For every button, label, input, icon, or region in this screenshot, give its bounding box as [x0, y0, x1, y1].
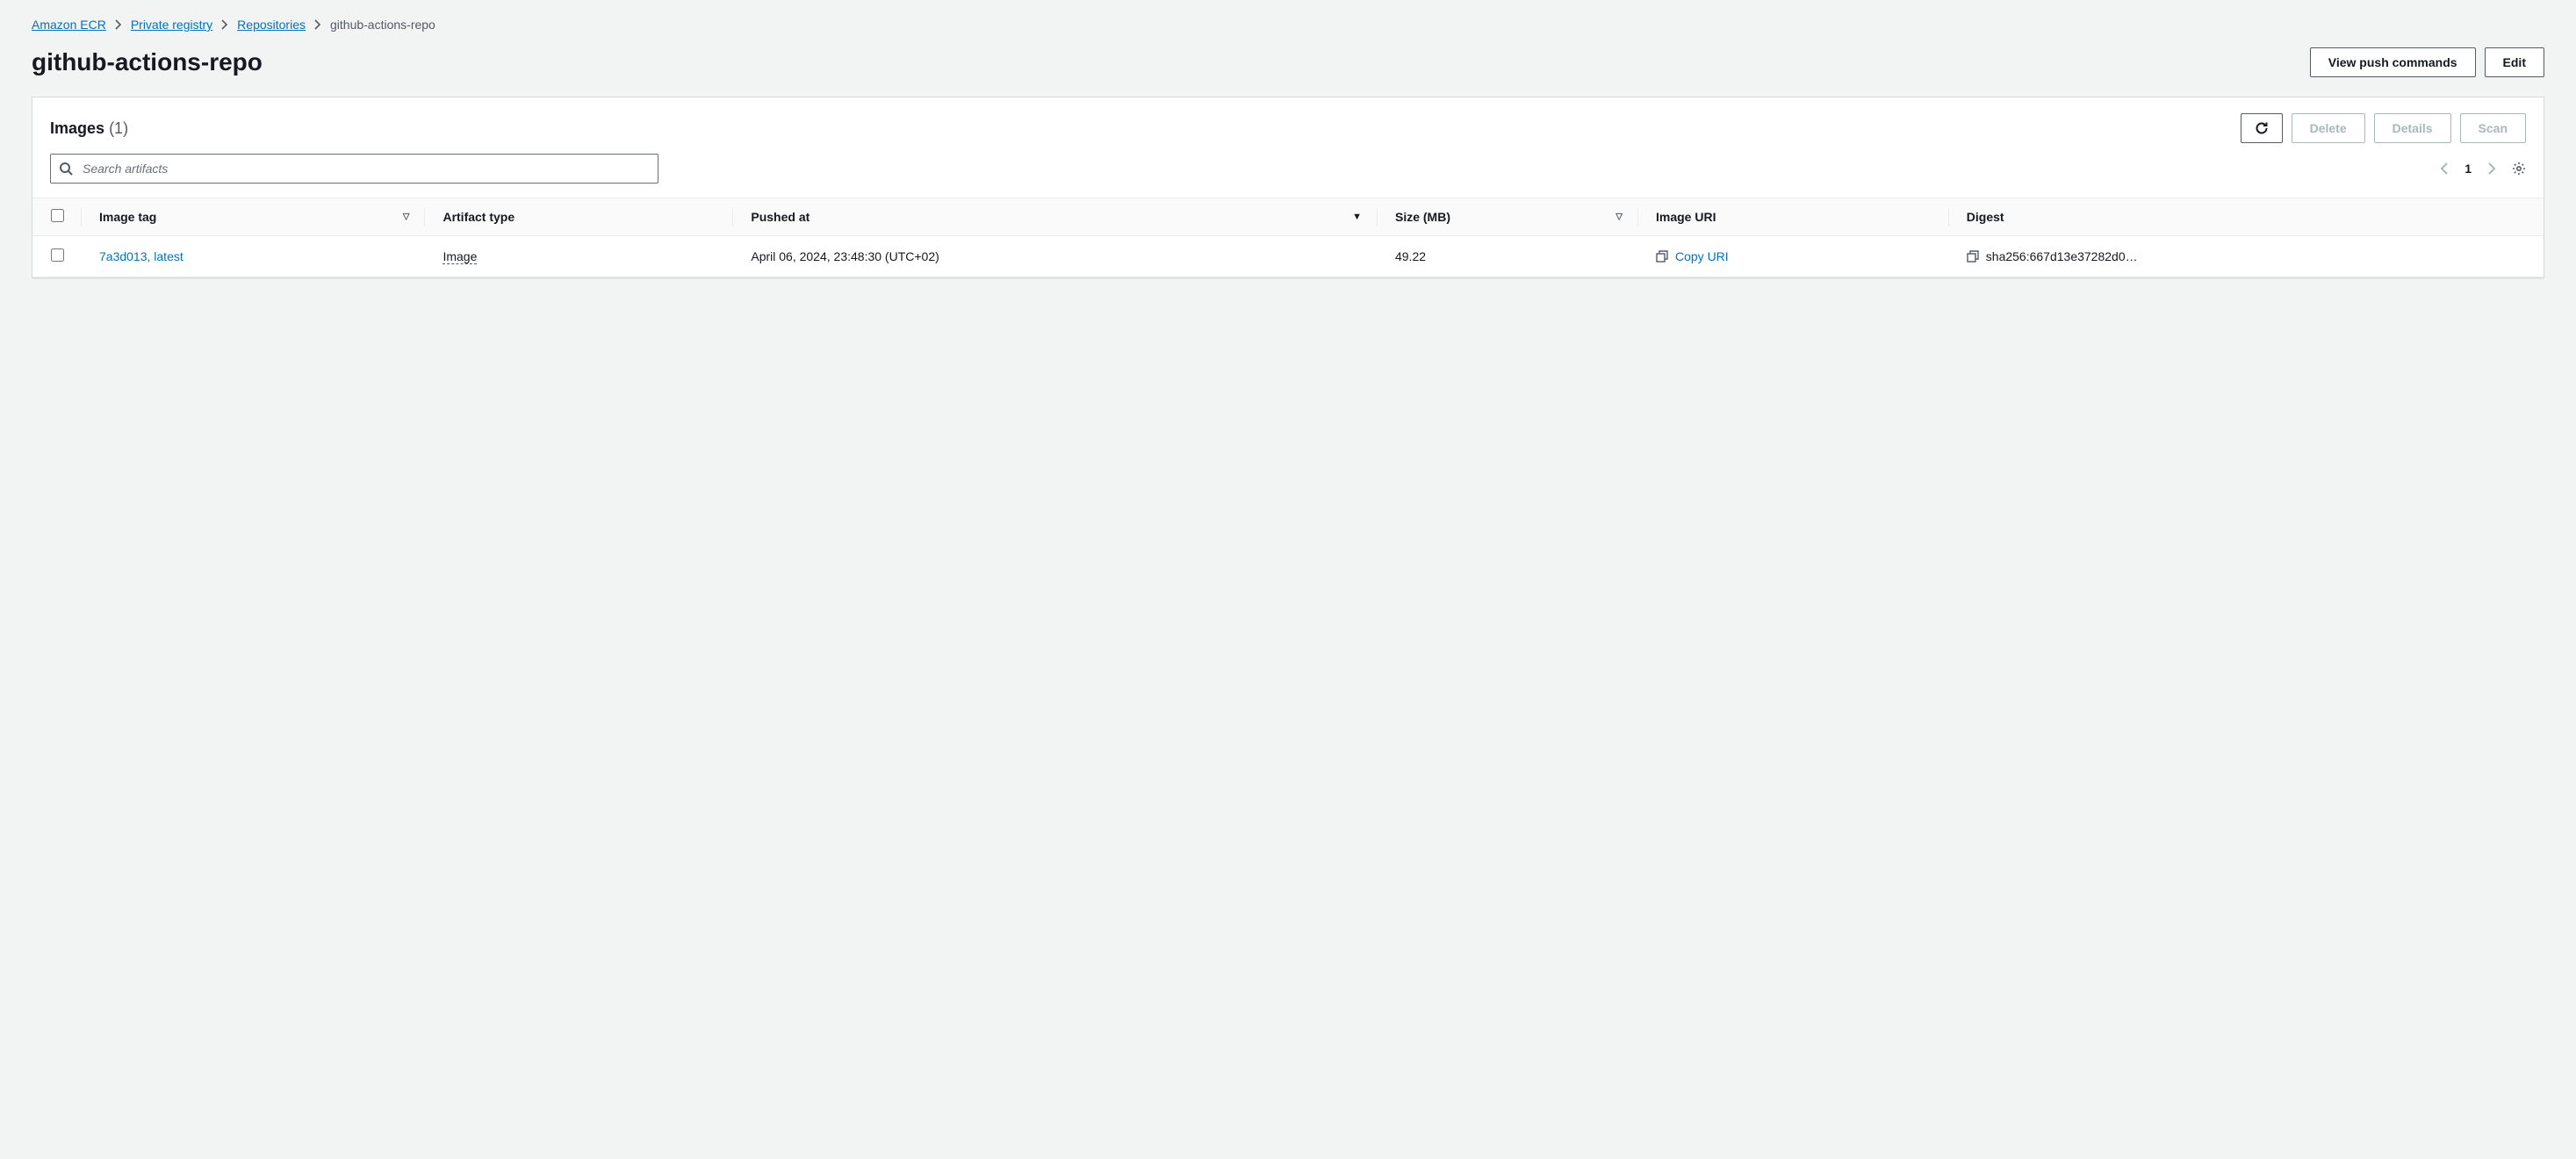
search-box [50, 154, 658, 184]
cell-digest: sha256:667d13e37282d0… [1949, 236, 2544, 277]
col-label: Pushed at [751, 210, 809, 224]
details-button[interactable]: Details [2374, 113, 2451, 143]
col-image-tag[interactable]: Image tag ▽ [82, 198, 425, 236]
panel-title-count: (1) [109, 119, 128, 137]
pagination-prev[interactable] [2440, 162, 2449, 175]
panel-actions: Delete Details Scan [2241, 113, 2526, 143]
col-label: Image URI [1656, 210, 1716, 224]
col-digest[interactable]: Digest [1949, 198, 2544, 236]
col-label: Size (MB) [1395, 210, 1450, 224]
view-push-commands-button[interactable]: View push commands [2310, 47, 2476, 77]
panel-title: Images (1) [50, 119, 128, 138]
col-pushed-at[interactable]: Pushed at ▼ [733, 198, 1378, 236]
cell-image-uri: Copy URI [1638, 236, 1949, 277]
cell-artifact-type: Image [425, 236, 733, 277]
breadcrumb: Amazon ECR Private registry Repositories… [32, 18, 2544, 32]
copy-icon[interactable] [1967, 250, 1979, 263]
chevron-right-icon [221, 19, 228, 30]
search-pagination-row: 1 [32, 143, 2544, 198]
chevron-right-icon [115, 19, 122, 30]
col-label: Image tag [99, 210, 156, 224]
chevron-right-icon [314, 19, 321, 30]
copy-uri-link[interactable]: Copy URI [1675, 249, 1729, 263]
breadcrumb-link-ecr[interactable]: Amazon ECR [32, 18, 106, 32]
sort-icon-active: ▼ [1352, 212, 1362, 222]
breadcrumb-link-private-registry[interactable]: Private registry [131, 18, 212, 32]
cell-size: 49.22 [1378, 236, 1638, 277]
refresh-button[interactable] [2241, 113, 2283, 143]
col-size[interactable]: Size (MB) ▽ [1378, 198, 1638, 236]
page-title: github-actions-repo [32, 48, 263, 76]
panel-title-text: Images [50, 119, 104, 137]
pagination-next[interactable] [2487, 162, 2496, 175]
search-icon [59, 162, 73, 176]
edit-button[interactable]: Edit [2485, 47, 2544, 77]
col-label: Digest [1967, 210, 2004, 224]
scan-button[interactable]: Scan [2460, 113, 2526, 143]
images-table: Image tag ▽ Artifact type Pushed at ▼ Si… [32, 198, 2544, 277]
settings-button[interactable] [2512, 162, 2526, 176]
table-row: 7a3d013, latest Image April 06, 2024, 23… [32, 236, 2544, 277]
col-artifact-type[interactable]: Artifact type [425, 198, 733, 236]
row-select-cell [32, 236, 82, 277]
col-label: Artifact type [443, 210, 514, 224]
row-checkbox[interactable] [51, 248, 64, 262]
digest-value: sha256:667d13e37282d0… [1986, 249, 2138, 263]
header-buttons: View push commands Edit [2310, 47, 2544, 77]
sort-icon: ▽ [403, 212, 410, 222]
col-image-uri[interactable]: Image URI [1638, 198, 1949, 236]
cell-image-tag: 7a3d013, latest [82, 236, 425, 277]
page-header: github-actions-repo View push commands E… [32, 47, 2544, 77]
select-all-header [32, 198, 82, 236]
refresh-icon [2255, 121, 2269, 135]
image-tag-link[interactable]: 7a3d013, latest [99, 249, 183, 263]
search-input[interactable] [50, 154, 658, 184]
images-panel: Images (1) Delete Details Scan 1 [32, 97, 2544, 278]
delete-button[interactable]: Delete [2292, 113, 2365, 143]
select-all-checkbox[interactable] [51, 209, 64, 222]
sort-icon: ▽ [1615, 212, 1623, 222]
pagination: 1 [2440, 162, 2526, 176]
breadcrumb-link-repositories[interactable]: Repositories [237, 18, 306, 32]
panel-header: Images (1) Delete Details Scan [32, 97, 2544, 143]
cell-pushed-at: April 06, 2024, 23:48:30 (UTC+02) [733, 236, 1378, 277]
pagination-page: 1 [2464, 162, 2472, 176]
artifact-type-value: Image [443, 249, 477, 264]
breadcrumb-current: github-actions-repo [330, 18, 435, 32]
copy-icon[interactable] [1656, 250, 1668, 263]
